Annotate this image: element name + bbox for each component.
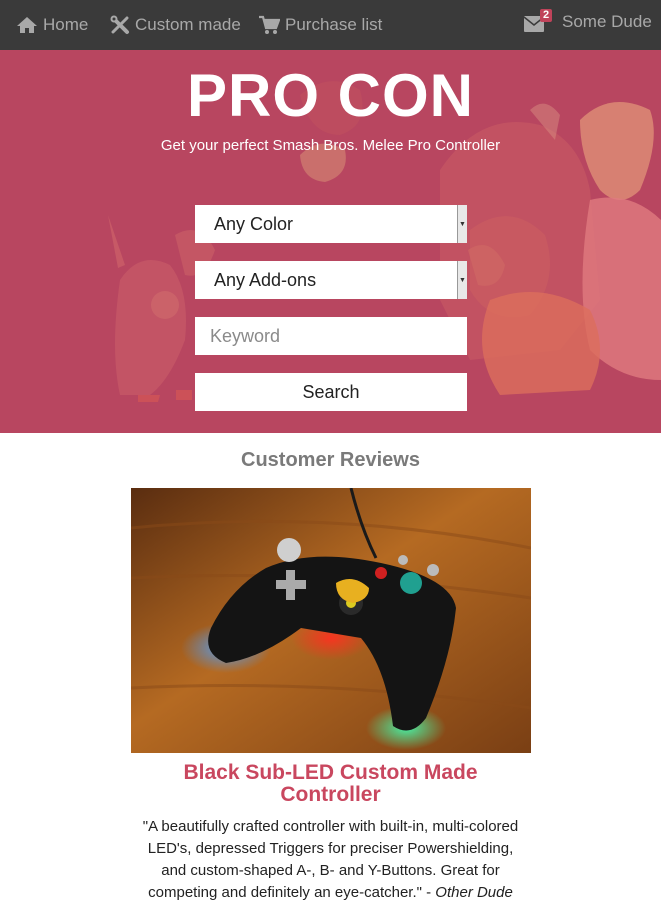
cart-icon bbox=[259, 15, 280, 34]
color-select-value: Any Color bbox=[214, 213, 294, 234]
search-button[interactable]: Search bbox=[195, 373, 467, 411]
hero-banner: PRO CON Get your perfect Smash Bros. Mel… bbox=[0, 50, 661, 433]
reviews-heading: Customer Reviews bbox=[241, 449, 420, 471]
message-count-badge: 2 bbox=[540, 9, 553, 22]
review-title: Black Sub-LED Custom Made Controller bbox=[183, 761, 478, 806]
keyword-input[interactable] bbox=[195, 317, 467, 355]
hero-subtitle: Get your perfect Smash Bros. Melee Pro C… bbox=[160, 137, 501, 154]
nav-purchase-list-link[interactable]: Purchase list bbox=[258, 0, 382, 50]
nav-custom-made-label: Custom made bbox=[135, 15, 241, 34]
nav-custom-made-link[interactable]: Custom made bbox=[110, 0, 241, 50]
addon-select[interactable]: Any Add-ons ▼ bbox=[195, 261, 467, 299]
nav-home-link[interactable]: Home bbox=[16, 0, 88, 50]
chevron-down-icon: ▼ bbox=[457, 261, 467, 299]
nav-purchase-list-label: Purchase list bbox=[285, 15, 383, 34]
review-photo bbox=[131, 488, 531, 753]
nav-home-label: Home bbox=[43, 15, 89, 34]
wrench-icon bbox=[110, 15, 129, 34]
chevron-down-icon: ▼ bbox=[457, 205, 467, 243]
user-name: Some Dude bbox=[562, 12, 652, 31]
color-select[interactable]: Any Color ▼ bbox=[195, 205, 467, 243]
hero-title: PRO CON bbox=[186, 62, 475, 129]
navbar: Home Custom made Purchase list 2 Some Du… bbox=[0, 0, 661, 50]
nav-user-menu[interactable]: 2 Some Dude bbox=[524, 0, 652, 47]
addon-select-value: Any Add-ons bbox=[214, 269, 317, 290]
review-text: "A beautifully crafted controller with b… bbox=[140, 816, 521, 904]
home-icon bbox=[17, 17, 37, 33]
review-author: Other Dude bbox=[435, 884, 513, 901]
